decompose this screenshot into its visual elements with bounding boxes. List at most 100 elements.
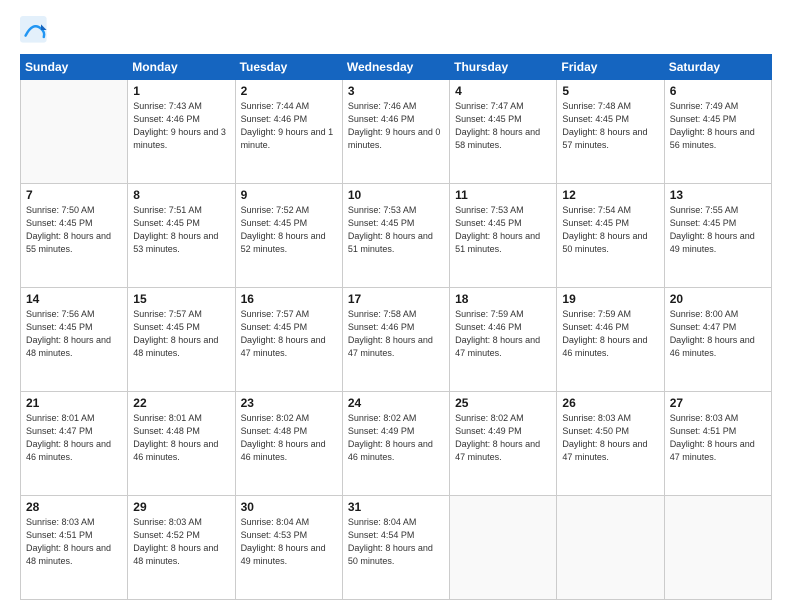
calendar-header-saturday: Saturday [664,55,771,80]
day-number: 19 [562,292,658,306]
day-info: Sunrise: 8:01 AMSunset: 4:48 PMDaylight:… [133,412,229,464]
day-info: Sunrise: 8:03 AMSunset: 4:51 PMDaylight:… [26,516,122,568]
calendar-cell: 16 Sunrise: 7:57 AMSunset: 4:45 PMDayligh… [235,288,342,392]
day-number: 23 [241,396,337,410]
day-number: 9 [241,188,337,202]
calendar-cell: 8Sunrise: 7:51 AMSunset: 4:45 PMDaylight… [128,184,235,288]
day-number: 31 [348,500,444,514]
day-info: Sunrise: 7:48 AMSunset: 4:45 PMDaylight:… [562,100,658,152]
day-number: 28 [26,500,122,514]
day-number: 5 [562,84,658,98]
day-number: 12 [562,188,658,202]
calendar-cell: 7 Sunrise: 7:50 AMSunset: 4:45 PMDaylight… [21,184,128,288]
day-info: Sunrise: 7:47 AMSunset: 4:45 PMDaylight:… [455,100,551,152]
day-number: 24 [348,396,444,410]
day-number: 15 [133,292,229,306]
day-info: Sunrise: 8:02 AMSunset: 4:49 PMDaylight:… [455,412,551,464]
calendar-cell: 21 Sunrise: 8:01 AMSunset: 4:47 PMDayligh… [21,392,128,496]
day-info: Sunrise: 7:46 AMSunset: 4:46 PMDaylight:… [348,100,444,152]
calendar-header-tuesday: Tuesday [235,55,342,80]
day-info: Sunrise: 7:57 AMSunset: 4:45 PMDaylight:… [241,308,337,360]
calendar-cell: 11 Sunrise: 7:53 AMSunset: 4:45 PMDayligh… [450,184,557,288]
day-info: Sunrise: 8:02 AMSunset: 4:49 PMDaylight:… [348,412,444,464]
calendar-cell: 18 Sunrise: 7:59 AMSunset: 4:46 PMDayligh… [450,288,557,392]
day-number: 6 [670,84,766,98]
calendar-cell: 10Sunrise: 7:53 AMSunset: 4:45 PMDayligh… [342,184,449,288]
calendar-header-thursday: Thursday [450,55,557,80]
day-info: Sunrise: 8:03 AMSunset: 4:51 PMDaylight:… [670,412,766,464]
calendar-cell: 23 Sunrise: 8:02 AMSunset: 4:48 PMDayligh… [235,392,342,496]
day-info: Sunrise: 8:03 AMSunset: 4:50 PMDaylight:… [562,412,658,464]
calendar-cell: 29Sunrise: 8:03 AMSunset: 4:52 PMDayligh… [128,496,235,600]
calendar-cell: 14Sunrise: 7:56 AMSunset: 4:45 PMDayligh… [21,288,128,392]
day-info: Sunrise: 8:03 AMSunset: 4:52 PMDaylight:… [133,516,229,568]
calendar-cell [450,496,557,600]
day-number: 14 [26,292,122,306]
calendar-cell: 24 Sunrise: 8:02 AMSunset: 4:49 PMDayligh… [342,392,449,496]
calendar-week-row: 28 Sunrise: 8:03 AMSunset: 4:51 PMDayligh… [21,496,772,600]
logo-icon [20,16,48,44]
calendar-cell: 9 Sunrise: 7:52 AMSunset: 4:45 PMDaylight… [235,184,342,288]
calendar-cell: 28 Sunrise: 8:03 AMSunset: 4:51 PMDayligh… [21,496,128,600]
calendar-header-monday: Monday [128,55,235,80]
calendar-cell: 25 Sunrise: 8:02 AMSunset: 4:49 PMDayligh… [450,392,557,496]
calendar-cell: 19Sunrise: 7:59 AMSunset: 4:46 PMDayligh… [557,288,664,392]
day-number: 17 [348,292,444,306]
day-number: 1 [133,84,229,98]
day-info: Sunrise: 7:44 AMSunset: 4:46 PMDaylight:… [241,100,337,152]
day-number: 7 [26,188,122,202]
day-info: Sunrise: 7:57 AMSunset: 4:45 PMDaylight:… [133,308,229,360]
day-info: Sunrise: 7:50 AMSunset: 4:45 PMDaylight:… [26,204,122,256]
calendar-week-row: 21 Sunrise: 8:01 AMSunset: 4:47 PMDayligh… [21,392,772,496]
calendar-cell: 22Sunrise: 8:01 AMSunset: 4:48 PMDayligh… [128,392,235,496]
day-number: 4 [455,84,551,98]
day-info: Sunrise: 8:04 AMSunset: 4:54 PMDaylight:… [348,516,444,568]
day-number: 26 [562,396,658,410]
day-number: 25 [455,396,551,410]
calendar-cell: 6 Sunrise: 7:49 AMSunset: 4:45 PMDaylight… [664,80,771,184]
calendar-cell: 1 Sunrise: 7:43 AMSunset: 4:46 PMDaylight… [128,80,235,184]
calendar-cell: 26 Sunrise: 8:03 AMSunset: 4:50 PMDayligh… [557,392,664,496]
day-number: 3 [348,84,444,98]
calendar-cell: 20 Sunrise: 8:00 AMSunset: 4:47 PMDayligh… [664,288,771,392]
day-info: Sunrise: 7:52 AMSunset: 4:45 PMDaylight:… [241,204,337,256]
day-info: Sunrise: 7:54 AMSunset: 4:45 PMDaylight:… [562,204,658,256]
calendar-week-row: 1 Sunrise: 7:43 AMSunset: 4:46 PMDaylight… [21,80,772,184]
calendar-cell [21,80,128,184]
calendar-cell: 27Sunrise: 8:03 AMSunset: 4:51 PMDayligh… [664,392,771,496]
day-number: 16 [241,292,337,306]
calendar-cell: 30Sunrise: 8:04 AMSunset: 4:53 PMDayligh… [235,496,342,600]
day-info: Sunrise: 7:53 AMSunset: 4:45 PMDaylight:… [455,204,551,256]
day-number: 20 [670,292,766,306]
day-number: 30 [241,500,337,514]
calendar-cell: 12 Sunrise: 7:54 AMSunset: 4:45 PMDayligh… [557,184,664,288]
day-info: Sunrise: 8:01 AMSunset: 4:47 PMDaylight:… [26,412,122,464]
calendar-week-row: 7 Sunrise: 7:50 AMSunset: 4:45 PMDaylight… [21,184,772,288]
day-number: 11 [455,188,551,202]
calendar-cell: 2 Sunrise: 7:44 AMSunset: 4:46 PMDaylight… [235,80,342,184]
calendar-cell [557,496,664,600]
calendar-cell: 13 Sunrise: 7:55 AMSunset: 4:45 PMDayligh… [664,184,771,288]
day-number: 13 [670,188,766,202]
calendar-cell: 17 Sunrise: 7:58 AMSunset: 4:46 PMDayligh… [342,288,449,392]
day-info: Sunrise: 7:58 AMSunset: 4:46 PMDaylight:… [348,308,444,360]
day-number: 2 [241,84,337,98]
day-number: 8 [133,188,229,202]
calendar-cell: 3 Sunrise: 7:46 AMSunset: 4:46 PMDaylight… [342,80,449,184]
day-info: Sunrise: 7:53 AMSunset: 4:45 PMDaylight:… [348,204,444,256]
day-info: Sunrise: 8:00 AMSunset: 4:47 PMDaylight:… [670,308,766,360]
logo [20,16,52,44]
day-info: Sunrise: 7:59 AMSunset: 4:46 PMDaylight:… [455,308,551,360]
calendar-cell: 4 Sunrise: 7:47 AMSunset: 4:45 PMDaylight… [450,80,557,184]
calendar-cell [664,496,771,600]
calendar-cell: 31 Sunrise: 8:04 AMSunset: 4:54 PMDayligh… [342,496,449,600]
calendar-table: SundayMondayTuesdayWednesdayThursdayFrid… [20,54,772,600]
calendar-week-row: 14Sunrise: 7:56 AMSunset: 4:45 PMDayligh… [21,288,772,392]
day-number: 18 [455,292,551,306]
day-number: 21 [26,396,122,410]
day-info: Sunrise: 7:55 AMSunset: 4:45 PMDaylight:… [670,204,766,256]
day-info: Sunrise: 7:49 AMSunset: 4:45 PMDaylight:… [670,100,766,152]
calendar-header-sunday: Sunday [21,55,128,80]
day-info: Sunrise: 7:43 AMSunset: 4:46 PMDaylight:… [133,100,229,152]
day-info: Sunrise: 8:02 AMSunset: 4:48 PMDaylight:… [241,412,337,464]
